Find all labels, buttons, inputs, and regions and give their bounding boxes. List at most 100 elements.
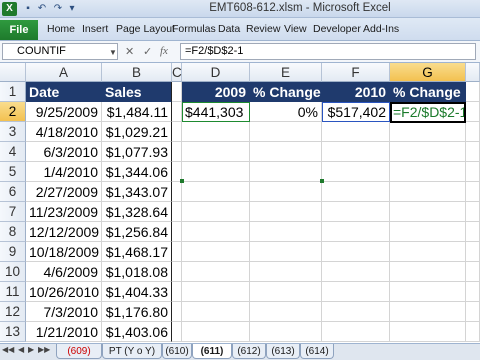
cell[interactable] bbox=[172, 142, 182, 162]
date-cell[interactable]: 10/26/2010 bbox=[26, 282, 102, 302]
cell[interactable] bbox=[466, 242, 480, 262]
sales-cell[interactable]: $1,018.08 bbox=[102, 262, 172, 282]
cell[interactable] bbox=[172, 102, 182, 122]
cell[interactable] bbox=[390, 202, 466, 222]
fill-handle[interactable] bbox=[320, 179, 324, 183]
tab-data[interactable]: Data bbox=[218, 23, 240, 35]
cell[interactable] bbox=[172, 82, 182, 102]
sales-cell[interactable]: $1,403.06 bbox=[102, 322, 172, 342]
date-cell[interactable]: 11/23/2009 bbox=[26, 202, 102, 222]
cell[interactable] bbox=[172, 262, 182, 282]
next-sheet-icon[interactable]: ▶ bbox=[28, 345, 34, 354]
cell[interactable] bbox=[390, 322, 466, 342]
row-header[interactable]: 12 bbox=[0, 302, 26, 322]
cell[interactable] bbox=[172, 202, 182, 222]
chevron-down-icon[interactable]: ▼ bbox=[109, 45, 117, 60]
column-header[interactable] bbox=[466, 63, 480, 82]
sales-cell[interactable]: $1,404.33 bbox=[102, 282, 172, 302]
row-header[interactable]: 11 bbox=[0, 282, 26, 302]
row-header[interactable]: 5 bbox=[0, 162, 26, 182]
cell[interactable] bbox=[172, 222, 182, 242]
date-cell[interactable]: 7/3/2010 bbox=[26, 302, 102, 322]
date-cell[interactable]: 10/18/2009 bbox=[26, 242, 102, 262]
date-cell[interactable]: 1/4/2010 bbox=[26, 162, 102, 182]
cell[interactable] bbox=[390, 282, 466, 302]
cell[interactable] bbox=[250, 302, 322, 322]
cell[interactable] bbox=[172, 322, 182, 342]
cell[interactable] bbox=[182, 322, 250, 342]
prev-sheet-icon[interactable]: ◀ bbox=[18, 345, 24, 354]
cell[interactable] bbox=[182, 182, 250, 202]
sales-cell[interactable]: $1,077.93 bbox=[102, 142, 172, 162]
cell[interactable] bbox=[250, 282, 322, 302]
row-header[interactable]: 9 bbox=[0, 242, 26, 262]
sales-cell[interactable]: $1,468.17 bbox=[102, 242, 172, 262]
date-cell[interactable]: 4/18/2010 bbox=[26, 122, 102, 142]
tab-formulas[interactable]: Formulas bbox=[172, 23, 216, 35]
cell[interactable] bbox=[322, 202, 390, 222]
tab-home[interactable]: Home bbox=[47, 23, 75, 35]
cell[interactable] bbox=[250, 322, 322, 342]
cell[interactable] bbox=[182, 202, 250, 222]
cell[interactable] bbox=[250, 182, 322, 202]
cell[interactable] bbox=[466, 322, 480, 342]
cell[interactable] bbox=[466, 142, 480, 162]
cell[interactable] bbox=[250, 142, 322, 162]
row-header[interactable]: 1 bbox=[0, 82, 26, 102]
last-sheet-icon[interactable]: ▶▶ bbox=[38, 345, 50, 354]
cell[interactable] bbox=[250, 242, 322, 262]
cell[interactable] bbox=[322, 162, 390, 182]
row-header[interactable]: 7 bbox=[0, 202, 26, 222]
cell[interactable] bbox=[390, 222, 466, 242]
sheet-tab[interactable]: (613) bbox=[266, 344, 300, 359]
cell[interactable] bbox=[322, 182, 390, 202]
cell[interactable] bbox=[250, 202, 322, 222]
column-header[interactable]: F bbox=[322, 63, 390, 82]
tab-add-ins[interactable]: Add-Ins bbox=[363, 23, 399, 35]
tab-insert[interactable]: Insert bbox=[82, 23, 108, 35]
worksheet-grid[interactable]: A B C D E F G 1 Date Sales 2009% Change 2010… bbox=[0, 63, 480, 343]
sales-cell[interactable]: $1,176.80 bbox=[102, 302, 172, 322]
cell[interactable] bbox=[466, 82, 480, 102]
row-header[interactable]: 13 bbox=[0, 322, 26, 342]
sheet-tab[interactable]: (609) bbox=[56, 344, 102, 359]
first-sheet-icon[interactable]: ◀◀ bbox=[2, 345, 14, 354]
column-header-selected[interactable]: G bbox=[390, 63, 466, 82]
cell[interactable] bbox=[250, 122, 322, 142]
date-cell[interactable]: 2/27/2009 bbox=[26, 182, 102, 202]
sales-cell[interactable]: $1,484.11 bbox=[102, 102, 172, 122]
tab-developer[interactable]: Developer bbox=[313, 23, 361, 35]
cell[interactable] bbox=[466, 222, 480, 242]
cell[interactable] bbox=[250, 262, 322, 282]
cell[interactable] bbox=[322, 262, 390, 282]
column-header[interactable]: A bbox=[26, 63, 102, 82]
cell[interactable] bbox=[250, 222, 322, 242]
row-header[interactable]: 8 bbox=[0, 222, 26, 242]
cell[interactable] bbox=[466, 122, 480, 142]
sheet-tab-active[interactable]: (611) bbox=[192, 344, 232, 359]
column-header[interactable]: D bbox=[182, 63, 250, 82]
cell[interactable] bbox=[466, 182, 480, 202]
sales-cell[interactable]: $1,256.84 bbox=[102, 222, 172, 242]
cell[interactable] bbox=[466, 162, 480, 182]
cell[interactable] bbox=[172, 182, 182, 202]
sheet-tab[interactable]: PT (Y o Y) bbox=[102, 344, 162, 359]
cell[interactable] bbox=[466, 202, 480, 222]
cell[interactable] bbox=[182, 262, 250, 282]
sheet-tab[interactable]: (614) bbox=[300, 344, 334, 359]
row-header[interactable]: 3 bbox=[0, 122, 26, 142]
date-cell[interactable]: 1/21/2010 bbox=[26, 322, 102, 342]
cell[interactable] bbox=[182, 282, 250, 302]
select-all-corner[interactable] bbox=[0, 63, 26, 82]
row-header[interactable]: 10 bbox=[0, 262, 26, 282]
cancel-icon[interactable]: ✕ bbox=[125, 45, 134, 58]
sheet-tab[interactable]: (610) bbox=[162, 344, 192, 359]
column-header[interactable]: C bbox=[172, 63, 182, 82]
cell[interactable] bbox=[322, 302, 390, 322]
date-cell[interactable]: 12/12/2009 bbox=[26, 222, 102, 242]
cell[interactable] bbox=[182, 222, 250, 242]
cell[interactable] bbox=[390, 122, 466, 142]
cell[interactable] bbox=[390, 162, 466, 182]
cell[interactable] bbox=[182, 302, 250, 322]
header-cell-2009[interactable]: 2009 bbox=[182, 82, 250, 102]
